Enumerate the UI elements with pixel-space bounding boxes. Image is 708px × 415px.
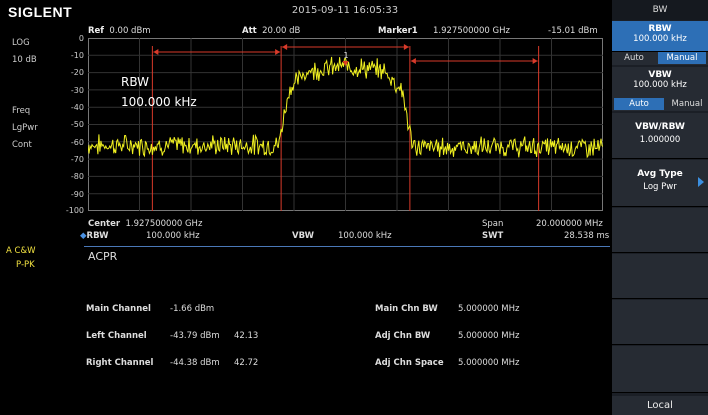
y-tick: -60 (70, 138, 84, 147)
menu-empty-3 (612, 300, 708, 345)
menu-empty-4 (612, 346, 708, 393)
ref-level[interactable]: Ref 0.00 dBm (88, 26, 151, 36)
main-channel-span-arrow-left (282, 44, 288, 50)
vbw-label: VBW (292, 231, 314, 241)
adj-chn-bw-value: 5.000000 MHz (458, 331, 520, 341)
rbw-manual-option[interactable]: Manual (658, 52, 706, 64)
y-tick: -50 (70, 120, 84, 129)
menu-vbw[interactable]: VBW 100.000 kHz (612, 67, 708, 98)
rbw-overlay-label: RBW (121, 75, 150, 89)
main-chn-bw-value: 5.000000 MHz (458, 304, 520, 314)
divider (84, 246, 610, 247)
rbw-auto-option[interactable]: Auto (614, 52, 654, 64)
y-tick: -80 (70, 172, 84, 181)
mode-cont: Cont (12, 140, 32, 150)
trace-mode: A C&W (6, 246, 36, 256)
left-channel-value: -43.79 dBm (170, 331, 220, 341)
attenuation[interactable]: Att 20.00 dB (242, 26, 300, 36)
menu-rbw-value: 100.000 kHz (633, 34, 687, 44)
menu-vbw-rbw-value: 1.000000 (639, 135, 681, 145)
att-label: Att (242, 26, 257, 36)
span-label[interactable]: Span (482, 219, 503, 229)
right-channel-dbc: 42.72 (234, 358, 259, 368)
main-chn-bw-label: Main Chn BW (375, 304, 438, 314)
marker-level: -15.01 dBm (548, 26, 598, 36)
rbw-readout[interactable]: ◆RBW (80, 231, 108, 241)
marker-readout[interactable]: Marker1 (378, 26, 418, 36)
main-channel-value: -1.66 dBm (170, 304, 215, 314)
swt-value: 28.538 ms (564, 231, 610, 241)
measurement-title: ACPR (88, 250, 118, 263)
local-button[interactable]: Local (612, 396, 708, 415)
center-label: Center (88, 219, 121, 229)
menu-vbw-label: VBW (648, 70, 672, 80)
center-value: 1.927500000 GHz (125, 219, 203, 229)
span-value: 20.000000 MHz (536, 219, 603, 229)
left-channel-label: Left Channel (86, 331, 147, 341)
trace-detector: P-PK (16, 260, 35, 270)
vbw-readout[interactable]: VBW (292, 231, 314, 241)
menu-avg-type[interactable]: Avg Type Log Pwr (612, 160, 708, 207)
y-tick: -70 (70, 155, 84, 164)
adj-chn-bw-label: Adj Chn BW (375, 331, 431, 341)
right-channel-span-arrow-left (410, 58, 416, 64)
datetime: 2015-09-11 16:05:33 (291, 5, 399, 16)
swt-label: SWT (482, 231, 504, 241)
main-channel-label: Main Channel (86, 304, 151, 314)
main-channel-span-arrow-right (403, 44, 409, 50)
rbw-value: 100.000 kHz (146, 231, 200, 241)
mode-lgpwr: LgPwr (12, 123, 38, 133)
swt-readout[interactable]: SWT (482, 231, 503, 241)
y-tick: -30 (70, 86, 84, 95)
menu-empty-1 (612, 208, 708, 253)
rbw-auto-manual-toggle[interactable]: Auto Manual (612, 52, 708, 65)
att-value: 20.00 dB (262, 26, 301, 36)
ref-label: Ref (88, 26, 105, 36)
menu-vbw-rbw[interactable]: VBW/RBW 1.000000 (612, 113, 708, 159)
y-tick: -10 (70, 51, 84, 60)
menu-vbw-value: 100.000 kHz (633, 80, 687, 90)
y-tick: -40 (70, 103, 84, 112)
menu-avg-type-label: Avg Type (637, 169, 683, 179)
menu-avg-type-value: Log Pwr (643, 182, 677, 192)
y-tick: 0 (78, 34, 84, 43)
y-tick: -20 (70, 68, 84, 77)
adj-chn-space-label: Adj Chn Space (375, 358, 444, 368)
y-tick: -90 (70, 190, 84, 199)
scale-type: LOG (12, 38, 30, 48)
menu-empty-2 (612, 254, 708, 299)
ref-value: 0.00 dBm (109, 26, 151, 36)
marker-1-number: 1 (344, 51, 349, 60)
adj-chn-space-value: 5.000000 MHz (458, 358, 520, 368)
spectrum-plot[interactable]: 1 (88, 38, 603, 211)
siglent-logo: SIGLENT (8, 4, 73, 20)
left-channel-dbc: 42.13 (234, 331, 259, 341)
menu-title: BW (612, 0, 708, 20)
right-channel-value: -44.38 dBm (170, 358, 220, 368)
menu-rbw-label: RBW (648, 24, 672, 34)
marker-label: Marker1 (378, 26, 418, 36)
marker-freq: 1.927500000 GHz (433, 26, 510, 36)
rbw-overlay-value: 100.000 kHz (121, 95, 197, 109)
vbw-manual-option[interactable]: Manual (668, 98, 706, 110)
vbw-value: 100.000 kHz (338, 231, 392, 241)
y-tick: -100 (65, 206, 84, 215)
scale-div: 10 dB (12, 55, 37, 65)
left-channel-span-arrow-right (275, 49, 281, 55)
right-channel-label: Right Channel (86, 358, 154, 368)
menu-vbw-rbw-label: VBW/RBW (635, 122, 685, 132)
left-channel-span-arrow-left (153, 49, 159, 55)
mode-freq: Freq (12, 106, 31, 116)
submenu-arrow-icon (698, 177, 704, 187)
menu-rbw[interactable]: RBW 100.000 kHz (612, 21, 708, 52)
right-channel-span-arrow-right (532, 58, 538, 64)
vbw-auto-manual-toggle[interactable]: Auto Manual (612, 97, 708, 111)
rbw-label: RBW (86, 231, 109, 241)
center-freq[interactable]: Center 1.927500000 GHz (88, 219, 202, 229)
vbw-auto-option[interactable]: Auto (614, 98, 664, 110)
